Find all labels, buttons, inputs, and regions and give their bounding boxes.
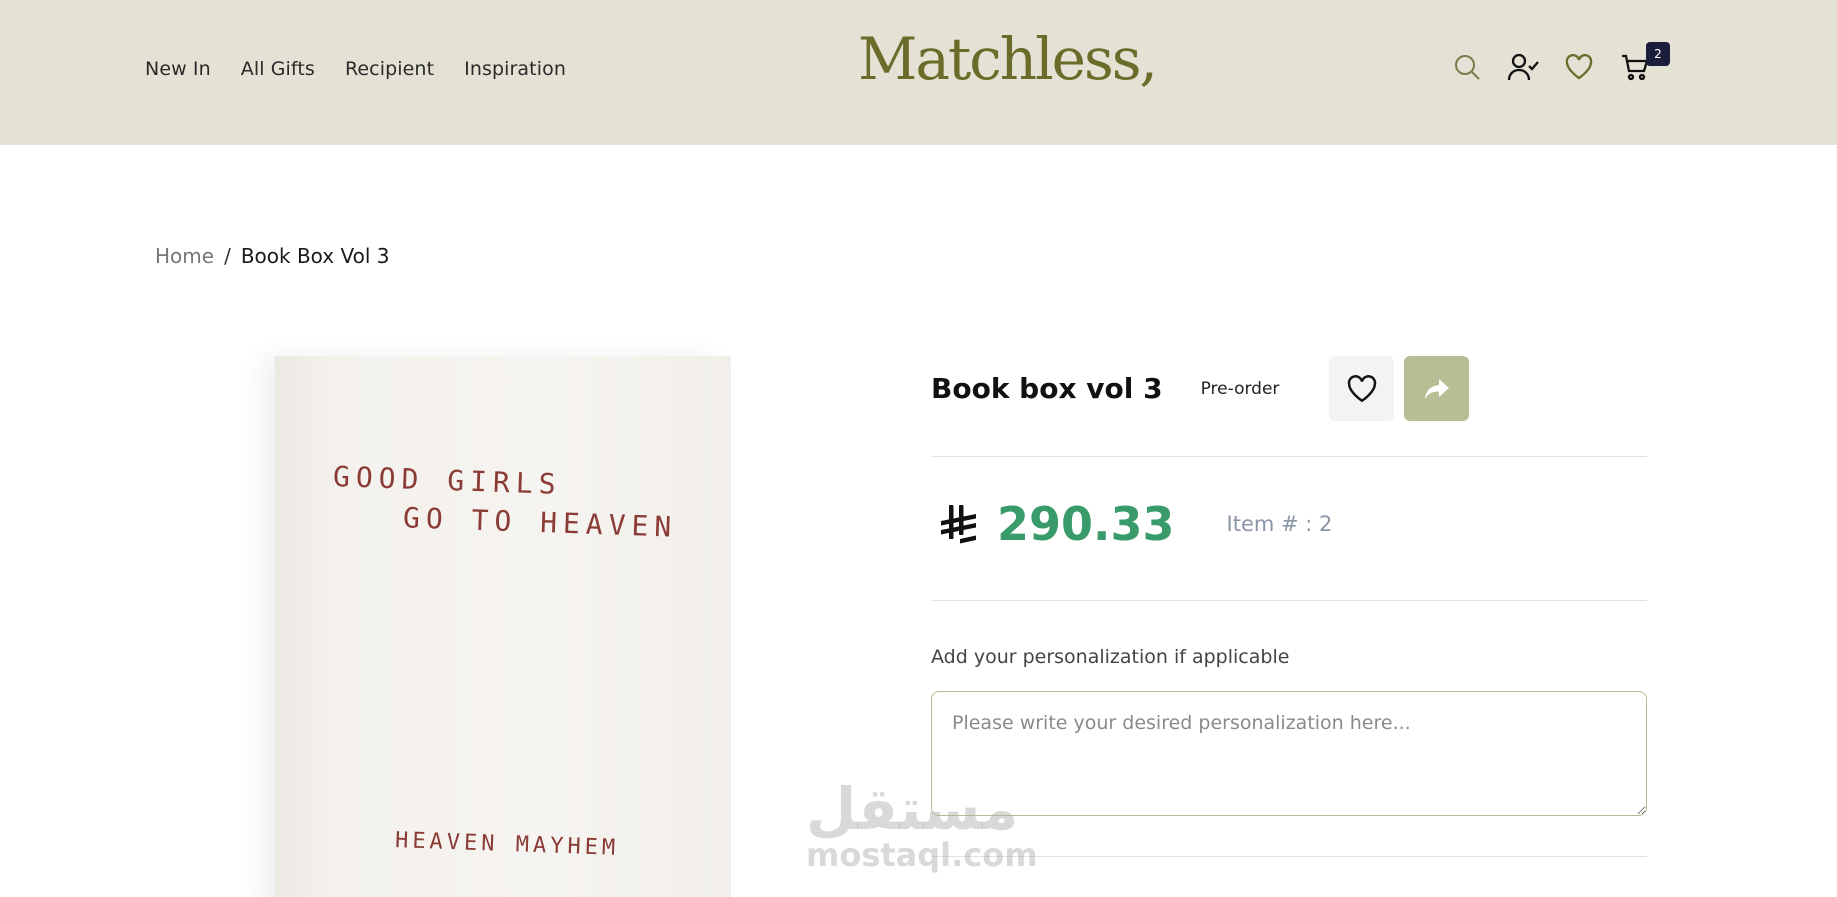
cover-text-line3: HEAVEN MAYHEM (394, 828, 620, 861)
nav-inspiration[interactable]: Inspiration (464, 58, 566, 80)
personalization-input[interactable] (931, 691, 1647, 816)
breadcrumb-home[interactable]: Home (155, 244, 214, 268)
breadcrumb-current: Book Box Vol 3 (240, 244, 390, 268)
account-icon[interactable] (1506, 50, 1540, 84)
site-header: New In All Gifts Recipient Inspiration M… (0, 0, 1837, 145)
watermark-arabic: مستقل (806, 775, 1019, 843)
header-actions: 2 (1450, 42, 1670, 84)
breadcrumb: Home / Book Box Vol 3 (155, 244, 389, 268)
product-title-row: Book box vol 3 Pre-order (931, 356, 1647, 421)
heart-icon[interactable] (1562, 50, 1596, 84)
watermark: مستقل mostaql.com (806, 780, 1038, 874)
nav-recipient[interactable]: Recipient (345, 58, 434, 80)
divider (931, 456, 1647, 457)
personalization-label: Add your personalization if applicable (931, 646, 1290, 668)
cart-count-badge: 2 (1646, 42, 1670, 66)
cover-text-line2: GO TO HEAVEN (402, 501, 678, 544)
product-info: Book box vol 3 Pre-order 290.33 Item # :… (931, 356, 1647, 857)
share-button[interactable] (1404, 356, 1470, 421)
cart-icon[interactable]: 2 (1618, 42, 1670, 84)
divider (931, 856, 1647, 857)
main-nav: New In All Gifts Recipient Inspiration (145, 58, 566, 80)
price-row: 290.33 Item # : 2 (931, 496, 1332, 552)
heart-icon (1347, 374, 1377, 402)
watermark-latin: mostaql.com (806, 836, 1038, 874)
product-image[interactable]: GOOD GIRLS GO TO HEAVEN HEAVEN MAYHEM (275, 356, 731, 897)
divider (931, 600, 1647, 601)
breadcrumb-separator: / (224, 244, 231, 268)
share-icon (1424, 378, 1449, 399)
search-icon[interactable] (1450, 50, 1484, 84)
item-number: Item # : 2 (1226, 512, 1333, 536)
product-price: 290.33 (997, 497, 1175, 551)
add-to-wishlist-button[interactable] (1329, 356, 1395, 421)
brand-logo[interactable]: Matchless, (858, 30, 1158, 88)
product-title: Book box vol 3 (931, 372, 1163, 405)
nav-new-in[interactable]: New In (145, 58, 211, 80)
preorder-status: Pre-order (1200, 378, 1280, 399)
cover-text-line1: GOOD GIRLS (332, 460, 563, 501)
saudi-riyal-icon (931, 496, 987, 552)
nav-all-gifts[interactable]: All Gifts (241, 58, 315, 80)
